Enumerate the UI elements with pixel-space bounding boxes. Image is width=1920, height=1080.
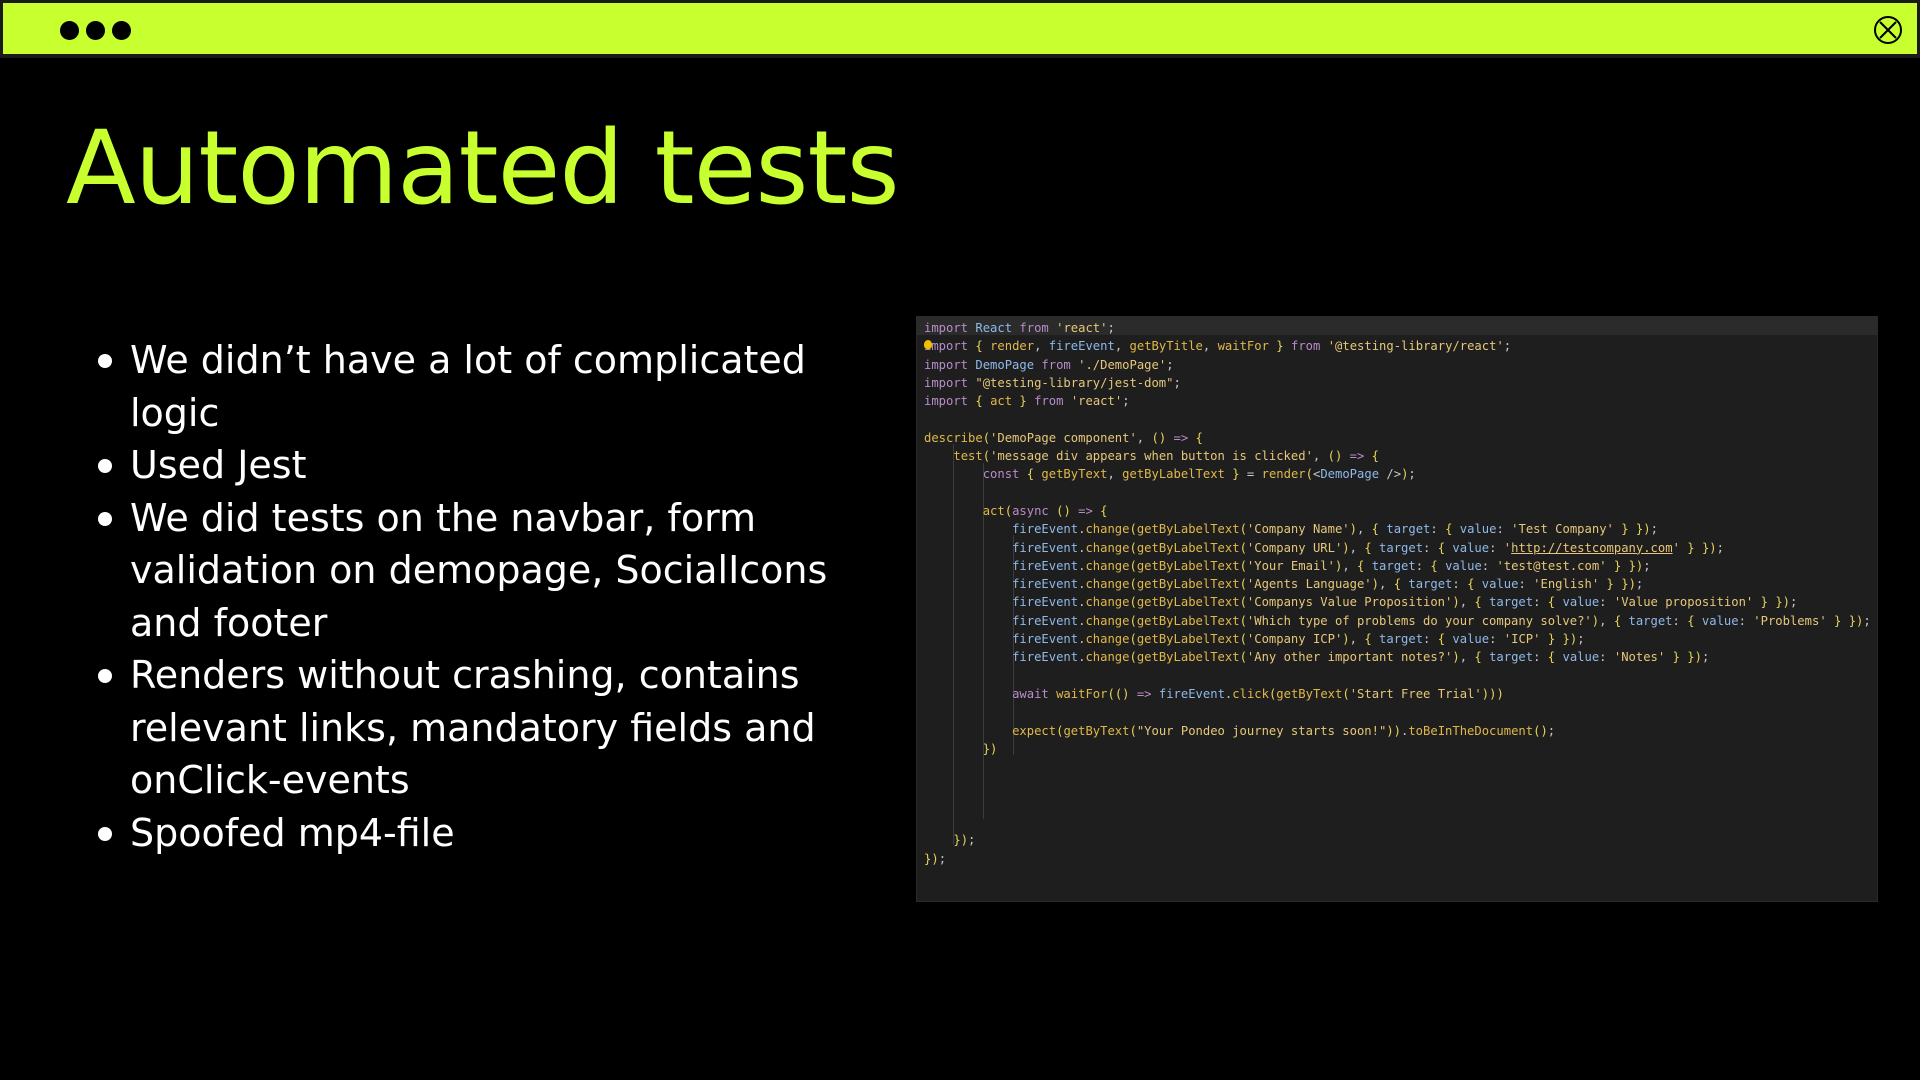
code-line: import DemoPage from './DemoPage'; (924, 357, 1174, 372)
code-line: await waitFor(() => fireEvent.click(getB… (1012, 686, 1504, 701)
code-line: expect(getByText("Your Pondeo journey st… (1012, 723, 1556, 738)
code-line: }) (982, 741, 998, 756)
lightbulb-icon[interactable] (924, 340, 932, 349)
circle-x-icon[interactable] (1873, 15, 1903, 45)
code-line: fireEvent.change(getByLabelText('Which t… (1012, 613, 1871, 628)
code-line: describe('DemoPage component', () => { (924, 430, 1203, 445)
slide-frame: Automated tests We didn’t have a lot of … (0, 0, 1920, 1080)
bullet-item: Spoofed mp4-file (98, 807, 890, 860)
bullet-list: We didn’t have a lot of complicated logi… (96, 334, 890, 859)
code-line: fireEvent.change(getByLabelText('Company… (1012, 540, 1724, 555)
code-line: import { act } from 'react'; (924, 394, 1130, 409)
code-line: fireEvent.change(getByLabelText('Any oth… (1012, 650, 1710, 665)
code-line: import { render, fireEvent, getByTitle, … (924, 339, 1512, 354)
bullet-item: We didn’t have a lot of complicated logi… (98, 334, 890, 439)
bullet-item: Used Jest (98, 439, 890, 492)
code-line: }); (924, 851, 947, 866)
code-line: fireEvent.change(getByLabelText('Your Em… (1012, 558, 1651, 573)
code-line: act(async () => { (982, 503, 1108, 518)
code-line: fireEvent.change(getByLabelText('Company… (1012, 595, 1798, 610)
bullet-item: We did tests on the navbar, form validat… (98, 492, 890, 650)
slide-title: Automated tests (66, 109, 900, 228)
code-line: fireEvent.change(getByLabelText('Agents … (1012, 577, 1644, 592)
bullet-item: Renders without crashing, contains relev… (98, 649, 890, 807)
code-block: import React from 'react'; import { rend… (924, 319, 1871, 868)
three-dots-icon[interactable] (60, 21, 131, 40)
dot (112, 21, 131, 40)
code-line: }); (953, 833, 976, 848)
window-titlebar (0, 0, 1920, 58)
code-line: fireEvent.change(getByLabelText('Company… (1012, 632, 1585, 647)
code-line: import "@testing-library/jest-dom"; (924, 375, 1181, 390)
code-line: import React from 'react'; (924, 321, 1115, 335)
code-line: const { getByText, getByLabelText } = re… (982, 467, 1416, 482)
dot (86, 21, 105, 40)
dot (60, 21, 79, 40)
code-line: test('message div appears when button is… (953, 449, 1380, 464)
code-screenshot: import React from 'react'; import { rend… (916, 316, 1878, 902)
code-line: fireEvent.change(getByLabelText('Company… (1012, 522, 1658, 537)
